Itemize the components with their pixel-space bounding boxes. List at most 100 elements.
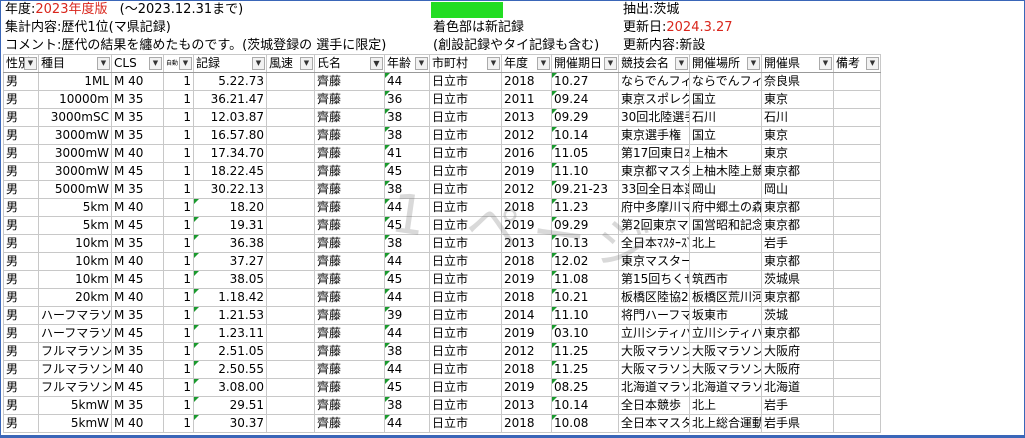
cell-cls[interactable]: M 45 (111, 270, 164, 289)
cell-auto[interactable]: 1 (163, 108, 194, 127)
cell-city[interactable]: 日立市 (429, 270, 502, 289)
cell-year[interactable]: 2019 (501, 216, 552, 235)
cell-place[interactable]: 大阪マラソン競争路 (689, 342, 762, 361)
cell-wind[interactable] (266, 198, 315, 217)
cell-wind[interactable] (266, 234, 315, 253)
cell-event[interactable]: 5000mW (38, 180, 112, 199)
cell-cls[interactable]: M 35 (111, 126, 164, 145)
cell-date[interactable]: 11.05 (551, 144, 619, 163)
cell-sex[interactable]: 男 (3, 378, 39, 397)
cell-cls[interactable]: M 45 (111, 324, 164, 343)
cell-meet[interactable]: 30回北陸選手権 (618, 108, 690, 127)
cell-event[interactable]: ハーフマラソン (38, 306, 112, 325)
cell-auto[interactable]: 1 (163, 90, 194, 109)
col-header-wind[interactable]: 風速 ▼ (266, 54, 315, 73)
cell-record[interactable]: 2.51.05 (193, 342, 267, 361)
cell-city[interactable]: 日立市 (429, 72, 502, 91)
cell-event[interactable]: 3000mW (38, 162, 112, 181)
filter-dropdown-icon[interactable]: ▼ (300, 57, 313, 70)
cell-record[interactable]: 18.20 (193, 198, 267, 217)
cell-notes[interactable] (833, 216, 881, 235)
cell-wind[interactable] (266, 360, 315, 379)
cell-record[interactable]: 12.03.87 (193, 108, 267, 127)
filter-dropdown-icon[interactable]: ▼ (604, 57, 617, 70)
cell-place[interactable]: 北上 (689, 396, 762, 415)
cell-pref[interactable]: 北海道 (761, 378, 834, 397)
cell-event[interactable]: 20km (38, 288, 112, 307)
cell-city[interactable]: 日立市 (429, 90, 502, 109)
cell-year[interactable]: 2014 (501, 306, 552, 325)
cell-place[interactable]: 上柚木陸上競技場 (689, 162, 762, 181)
cell-date[interactable]: 11.25 (551, 342, 619, 361)
cell-sex[interactable]: 男 (3, 288, 39, 307)
cell-cls[interactable]: M 40 (111, 198, 164, 217)
cell-cls[interactable]: M 35 (111, 342, 164, 361)
cell-wind[interactable] (266, 324, 315, 343)
filter-dropdown-icon[interactable]: ▼ (747, 57, 760, 70)
cell-city[interactable]: 日立市 (429, 234, 502, 253)
cell-event[interactable]: 1ML (38, 72, 112, 91)
cell-sex[interactable]: 男 (3, 360, 39, 379)
filter-dropdown-icon[interactable]: ▼ (252, 57, 265, 70)
cell-wind[interactable] (266, 378, 315, 397)
cell-cls[interactable]: M 40 (111, 360, 164, 379)
cell-meet[interactable]: 大阪マラソン (618, 360, 690, 379)
cell-event[interactable]: フルマラソン (38, 360, 112, 379)
cell-place[interactable]: 府中郷土の森 (689, 198, 762, 217)
cell-year[interactable]: 2016 (501, 144, 552, 163)
cell-auto[interactable]: 1 (163, 216, 194, 235)
cell-cls[interactable]: M 35 (111, 108, 164, 127)
cell-event[interactable]: ハーフマラソン (38, 324, 112, 343)
cell-date[interactable]: 08.25 (551, 378, 619, 397)
cell-year[interactable]: 2018 (501, 414, 552, 433)
col-header-pref[interactable]: 開催県 ▼ (761, 54, 834, 73)
cell-pref[interactable]: 東京 (761, 126, 834, 145)
cell-event[interactable]: 5kmW (38, 414, 112, 433)
cell-place[interactable]: 北海道マラソンコース (689, 378, 762, 397)
cell-year[interactable]: 2018 (501, 360, 552, 379)
cell-date[interactable]: 11.10 (551, 306, 619, 325)
cell-place[interactable]: 国営昭和記念公園 (689, 216, 762, 235)
cell-date[interactable]: 09.29 (551, 216, 619, 235)
cell-year[interactable]: 2013 (501, 396, 552, 415)
cell-date[interactable]: 12.02 (551, 252, 619, 271)
cell-record[interactable]: 36.21.47 (193, 90, 267, 109)
cell-event[interactable]: 5km (38, 216, 112, 235)
cell-record[interactable]: 19.31 (193, 216, 267, 235)
cell-age[interactable]: 36 (384, 90, 430, 109)
cell-year[interactable]: 2019 (501, 324, 552, 343)
cell-name[interactable]: 齊藤 (314, 144, 385, 163)
cell-record[interactable]: 29.51 (193, 396, 267, 415)
cell-meet[interactable]: 大阪マラソン (618, 342, 690, 361)
cell-cls[interactable]: M 40 (111, 288, 164, 307)
cell-meet[interactable]: 東京都マスターズ陸上 (618, 162, 690, 181)
cell-pref[interactable]: 東京都 (761, 324, 834, 343)
cell-record[interactable]: 1.18.42 (193, 288, 267, 307)
cell-event[interactable]: 10km (38, 234, 112, 253)
cell-record[interactable]: 37.27 (193, 252, 267, 271)
cell-pref[interactable]: 東京 (761, 90, 834, 109)
cell-city[interactable]: 日立市 (429, 252, 502, 271)
cell-date[interactable]: 11.08 (551, 270, 619, 289)
cell-name[interactable]: 齊藤 (314, 396, 385, 415)
cell-place[interactable]: 立川シティハーフマラソン (689, 324, 762, 343)
cell-meet[interactable]: 全日本ﾏｽﾀｰｽﾞ選手権 (618, 234, 690, 253)
cell-notes[interactable] (833, 306, 881, 325)
cell-age[interactable]: 45 (384, 162, 430, 181)
cell-year[interactable]: 2013 (501, 234, 552, 253)
col-header-meet[interactable]: 競技会名 ▼ (618, 54, 690, 73)
cell-city[interactable]: 日立市 (429, 360, 502, 379)
col-header-city[interactable]: 市町村 ▼ (429, 54, 502, 73)
cell-city[interactable]: 日立市 (429, 324, 502, 343)
cell-year[interactable]: 2019 (501, 162, 552, 181)
cell-meet[interactable]: 府中多摩川マラソン (618, 198, 690, 217)
cell-wind[interactable] (266, 180, 315, 199)
cell-auto[interactable]: 1 (163, 72, 194, 91)
cell-meet[interactable]: 立川シティハーフマラソン (618, 324, 690, 343)
cell-pref[interactable]: 東京都 (761, 216, 834, 235)
cell-name[interactable]: 齊藤 (314, 162, 385, 181)
cell-sex[interactable]: 男 (3, 72, 39, 91)
cell-wind[interactable] (266, 288, 315, 307)
col-header-age[interactable]: 年齢 ▼ (384, 54, 430, 73)
cell-pref[interactable]: 茨城 (761, 306, 834, 325)
